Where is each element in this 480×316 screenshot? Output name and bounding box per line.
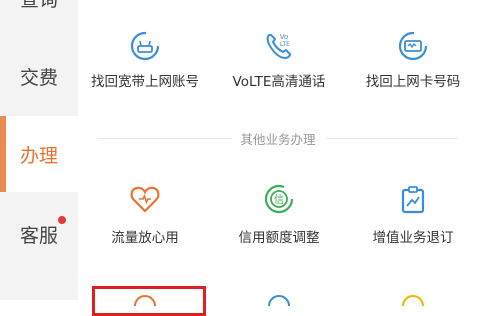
credit-icon: 信 — [264, 184, 294, 214]
svg-text:Vo: Vo — [280, 33, 289, 41]
service-label: 找回上网卡号码 — [365, 74, 461, 90]
heart-pulse-icon — [130, 186, 160, 213]
sidebar-item-label: 客服 — [19, 224, 58, 247]
service-vas-unsubscribe[interactable]: 增值业务退订 — [346, 170, 480, 260]
divider-line — [325, 137, 459, 139]
service-find-data-card-number[interactable]: 找回上网卡号码 — [346, 0, 480, 100]
service-label: 流量放心用 — [111, 230, 179, 246]
active-indicator — [0, 116, 6, 192]
partial-icon — [268, 295, 290, 306]
sidebar-item-label: 办理 — [19, 144, 58, 167]
router-refresh-icon — [130, 31, 160, 61]
service-label: VoLTE高清通话 — [232, 74, 326, 90]
sidebar-item-label: 交费 — [19, 66, 58, 89]
service-label: 信用额度调整 — [238, 230, 320, 246]
service-volte[interactable]: Vo LTE VoLTE高清通话 — [212, 0, 346, 100]
phone-volte-icon: Vo LTE — [266, 33, 292, 60]
divider-line — [98, 137, 231, 139]
service-item-partial[interactable] — [346, 290, 480, 310]
unsubscribe-icon — [401, 186, 425, 214]
sidebar: 查询 交费 办理 客服 — [0, 0, 78, 300]
service-label: 找回宽带上网账号 — [91, 74, 199, 90]
svg-text:LTE: LTE — [280, 41, 290, 48]
sidebar-item-payment[interactable]: 交费 — [0, 38, 78, 114]
main-content: 找回宽带上网账号 Vo LTE VoLTE高清通话 找回上网卡号码 其他业务办理… — [78, 0, 480, 316]
sidebar-item-query[interactable]: 查询 — [0, 0, 78, 36]
notification-badge — [58, 216, 66, 224]
svg-text:信: 信 — [274, 194, 284, 206]
sidebar-item-service[interactable]: 客服 — [0, 196, 78, 272]
service-credit-adjust[interactable]: 信 信用额度调整 — [212, 170, 346, 260]
service-data-worry-free[interactable]: 流量放心用 — [78, 170, 212, 260]
highlight-box — [92, 286, 206, 316]
sim-card-icon — [398, 31, 428, 61]
sidebar-item-handle[interactable]: 办理 — [0, 116, 78, 192]
partial-icon — [402, 295, 424, 306]
service-item-partial[interactable] — [212, 290, 346, 310]
service-find-broadband-account[interactable]: 找回宽带上网账号 — [78, 0, 212, 100]
section-divider: 其他业务办理 — [98, 128, 459, 148]
sidebar-item-label: 查询 — [20, 0, 58, 12]
service-label: 增值业务退订 — [372, 230, 454, 246]
section-title: 其他业务办理 — [240, 131, 316, 147]
